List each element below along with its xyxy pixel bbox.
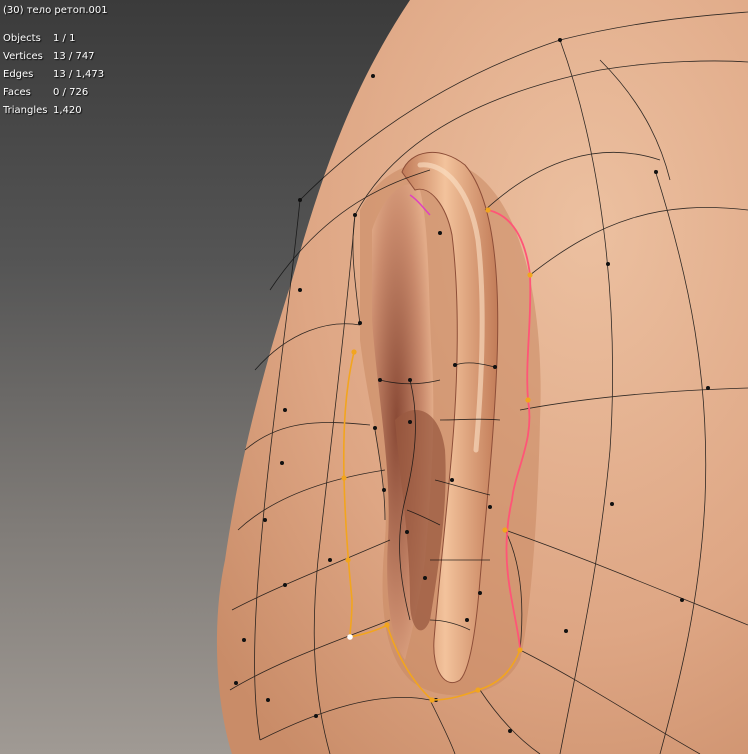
3d-viewport[interactable]: (30) тело ретоп.001 Objects 1 / 1 Vertic…	[0, 0, 748, 754]
object-title: (30) тело ретоп.001	[3, 5, 108, 16]
stat-edges: Edges 13 / 1,473	[3, 69, 203, 83]
stat-label: Objects	[3, 33, 41, 44]
stat-label: Faces	[3, 87, 31, 98]
viewport-text-overlay: (30) тело ретоп.001 Objects 1 / 1 Vertic…	[0, 0, 230, 130]
stat-label: Triangles	[3, 105, 48, 116]
stat-value: 1 / 1	[53, 33, 76, 44]
active-vertex	[347, 634, 353, 640]
stat-label: Edges	[3, 69, 34, 80]
stat-value: 0 / 726	[53, 87, 89, 98]
stat-vertices: Vertices 13 / 747	[3, 51, 203, 65]
stat-objects: Objects 1 / 1	[3, 33, 203, 47]
stat-label: Vertices	[3, 51, 43, 62]
stat-value: 13 / 747	[53, 51, 95, 62]
stat-value: 1,420	[53, 105, 82, 116]
stat-value: 13 / 1,473	[53, 69, 105, 80]
stat-triangles: Triangles 1,420	[3, 105, 203, 119]
stat-faces: Faces 0 / 726	[3, 87, 203, 101]
